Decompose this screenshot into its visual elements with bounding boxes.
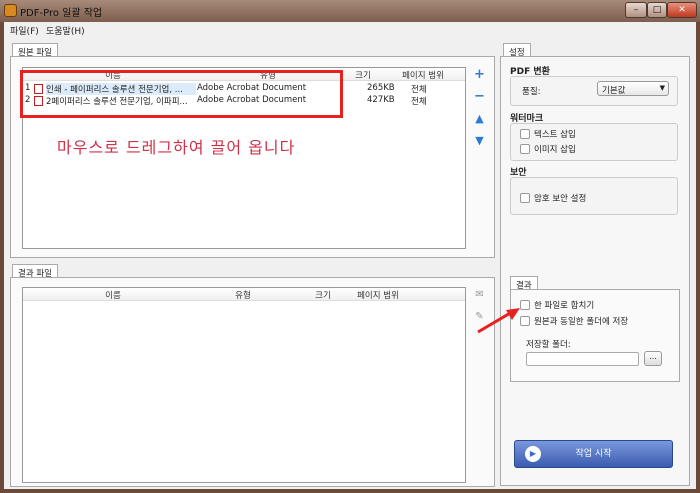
tab-source-files[interactable]: 원본 파일 xyxy=(12,43,58,58)
quality-label: 품질: xyxy=(522,87,541,97)
maximize-button[interactable]: □ xyxy=(647,2,667,18)
password-checkbox[interactable] xyxy=(520,193,530,203)
start-button[interactable]: ▶ 작업 시작 xyxy=(514,440,673,468)
minus-icon[interactable]: − xyxy=(473,90,486,103)
arrow-down-icon[interactable]: ▼ xyxy=(473,134,486,147)
column-pages[interactable]: 페이지 범위 xyxy=(348,289,408,301)
arrow-up-icon[interactable]: ▲ xyxy=(473,112,486,125)
image-insert-label: 이미지 삽입 xyxy=(534,145,576,155)
merge-label: 한 파일로 합치기 xyxy=(534,301,595,311)
column-name[interactable]: 이름 xyxy=(83,289,143,301)
play-icon: ▶ xyxy=(525,446,541,462)
tab-result[interactable]: 결과 xyxy=(510,276,538,291)
text-insert-label: 텍스트 삽입 xyxy=(534,130,576,140)
row-size: 427KB xyxy=(367,95,395,105)
column-pages[interactable]: 페이지 범위 xyxy=(393,69,453,81)
close-button[interactable]: ✕ xyxy=(667,2,697,18)
client-area: 파일(F) 도움말(H) 원본 파일 이름 유형 크기 페이지 범위 1 인쇄 … xyxy=(4,22,696,489)
app-icon xyxy=(4,4,17,17)
same-folder-label: 원본과 동일한 폴더에 저장 xyxy=(534,317,629,327)
image-insert-checkbox[interactable] xyxy=(520,144,530,154)
column-size[interactable]: 크기 xyxy=(308,289,338,301)
quality-value: 기본값 xyxy=(602,86,626,96)
menu-file[interactable]: 파일(F) xyxy=(10,24,39,37)
row-pages: 전체 xyxy=(411,97,427,107)
browse-button[interactable]: ... xyxy=(644,351,662,366)
minimize-button[interactable]: – xyxy=(625,2,647,18)
tab-result-files[interactable]: 결과 파일 xyxy=(12,264,58,279)
folder-label: 저장할 폴더: xyxy=(526,340,571,350)
mail-icon[interactable]: ✉ xyxy=(473,288,486,301)
result-file-list[interactable]: 이름 유형 크기 페이지 범위 xyxy=(22,287,466,483)
row-size: 265KB xyxy=(367,83,395,93)
column-size[interactable]: 크기 xyxy=(348,69,378,81)
window-title: PDF-Pro 일괄 작업 xyxy=(20,8,103,19)
list-header: 이름 유형 크기 페이지 범위 xyxy=(23,288,465,301)
title-bar: PDF-Pro 일괄 작업 – □ ✕ xyxy=(0,0,700,22)
start-label: 작업 시작 xyxy=(575,449,612,459)
folder-input[interactable] xyxy=(526,352,639,366)
tab-settings[interactable]: 설정 xyxy=(503,43,531,58)
plus-icon[interactable]: + xyxy=(473,68,486,81)
chevron-down-icon: ▼ xyxy=(659,84,665,92)
column-type[interactable]: 유형 xyxy=(213,289,273,301)
menu-help[interactable]: 도움말(H) xyxy=(46,24,85,37)
quality-select[interactable]: 기본값 ▼ xyxy=(597,81,669,96)
row-pages: 전체 xyxy=(411,85,427,95)
drag-hint-text: 마우스로 드레그하여 끌어 옵니다 xyxy=(57,138,296,157)
password-label: 암호 보안 설정 xyxy=(534,194,587,204)
highlight-box xyxy=(20,70,343,118)
red-arrow-icon xyxy=(477,308,520,334)
text-insert-checkbox[interactable] xyxy=(520,129,530,139)
